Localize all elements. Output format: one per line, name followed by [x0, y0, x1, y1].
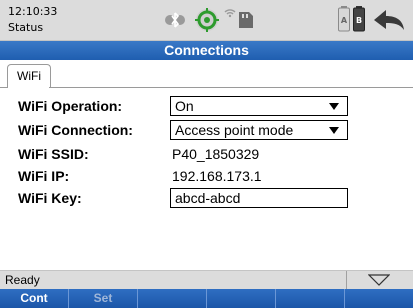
softkey-6[interactable]	[345, 289, 413, 308]
back-arrow-icon[interactable]	[372, 8, 406, 32]
battery-b-icon: B	[353, 6, 365, 32]
wifi-key-label: WiFi Key:	[18, 190, 82, 206]
footer-status-bar: Ready	[0, 270, 413, 289]
chevron-down-icon	[329, 127, 339, 134]
bluetooth-icon[interactable]	[164, 10, 186, 30]
gps-icon[interactable]	[195, 8, 219, 32]
wifi-signal-icon	[224, 9, 236, 18]
tab-strip: WiFi	[0, 60, 413, 90]
divider	[346, 271, 347, 289]
softkey-4[interactable]	[207, 289, 276, 308]
softkey-cont[interactable]: Cont	[0, 289, 69, 308]
wifi-key-input[interactable]: abcd-abcd	[170, 188, 348, 208]
status-message: Ready	[5, 273, 40, 287]
wifi-connection-label: WiFi Connection:	[18, 122, 133, 138]
chevron-down-icon	[329, 103, 339, 110]
expand-down-icon[interactable]	[368, 274, 390, 286]
battery-a-icon: A	[338, 6, 350, 32]
battery-a-label: A	[341, 16, 348, 25]
tab-divider	[0, 87, 413, 88]
wifi-connection-value: Access point mode	[175, 122, 294, 138]
wifi-ip-value: 192.168.173.1	[172, 168, 262, 184]
softkey-set[interactable]: Set	[69, 289, 138, 308]
softkey-bar: Cont Set	[0, 289, 413, 308]
page-title: Connections	[0, 41, 413, 60]
wifi-operation-select[interactable]: On	[170, 96, 348, 116]
status-label: Status	[8, 21, 44, 34]
wifi-ssid-value: P40_1850329	[172, 146, 260, 162]
softkey-3[interactable]	[138, 289, 207, 308]
battery-b-label: B	[356, 16, 362, 25]
status-bar: 12:10:33 Status A B	[0, 0, 413, 41]
wifi-operation-value: On	[175, 98, 194, 114]
wifi-ssid-label: WiFi SSID:	[18, 146, 89, 162]
wifi-connection-select[interactable]: Access point mode	[170, 120, 348, 140]
wifi-key-value: abcd-abcd	[175, 190, 241, 206]
tab-wifi[interactable]: WiFi	[7, 64, 51, 88]
clock: 12:10:33	[8, 5, 58, 18]
wifi-ip-label: WiFi IP:	[18, 168, 70, 184]
softkey-5[interactable]	[276, 289, 345, 308]
sd-card-icon	[239, 12, 253, 28]
wifi-operation-label: WiFi Operation:	[18, 98, 123, 114]
